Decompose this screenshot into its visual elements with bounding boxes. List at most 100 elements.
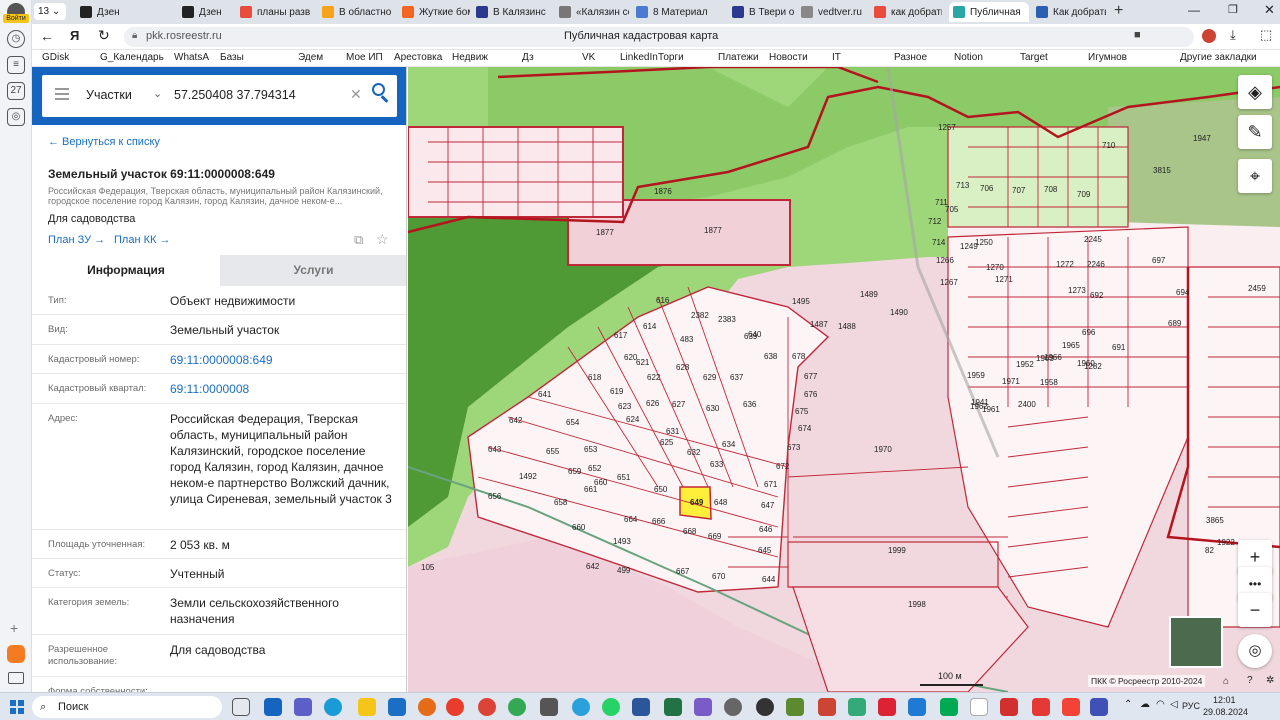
- info-row-value[interactable]: 69:11:0000008:649: [170, 352, 395, 368]
- app5-icon[interactable]: [970, 698, 988, 716]
- extension-icon[interactable]: [1202, 29, 1216, 43]
- bookmark-item[interactable]: Мое ИП: [346, 52, 383, 63]
- layers-button[interactable]: ◈: [1238, 75, 1272, 109]
- plan-zu-link[interactable]: План ЗУ →: [48, 234, 105, 246]
- bookmark-item[interactable]: Разное: [894, 52, 927, 63]
- collections-icon[interactable]: ≡: [7, 56, 25, 74]
- bookmark-item[interactable]: Торги: [658, 52, 684, 63]
- bookmark-item[interactable]: Эдем: [298, 52, 323, 63]
- windows-start-icon[interactable]: [10, 700, 24, 714]
- locate-button[interactable]: ⌖: [1238, 159, 1272, 193]
- chrome-icon[interactable]: [478, 698, 496, 716]
- back-icon[interactable]: ←: [40, 28, 54, 44]
- new-tab-button[interactable]: +: [1114, 2, 1123, 20]
- tab-10[interactable]: как добрать: [870, 2, 942, 22]
- add-panel-icon[interactable]: +: [10, 620, 18, 636]
- mail-icon[interactable]: [388, 698, 406, 716]
- bookmark-icon[interactable]: ■: [1134, 29, 1141, 41]
- bookmark-item[interactable]: Игумнов: [1088, 52, 1127, 63]
- window-minimize-button[interactable]: —: [1188, 3, 1200, 17]
- search-type-select[interactable]: Участки: [86, 88, 132, 102]
- search-icon[interactable]: [372, 83, 385, 96]
- history-icon[interactable]: ◷: [7, 30, 25, 48]
- zoom-out-button[interactable]: −: [1238, 593, 1272, 627]
- clear-icon[interactable]: ✕: [350, 86, 362, 103]
- assistant-icon[interactable]: [7, 645, 25, 663]
- bookmark-item[interactable]: GDisk: [42, 52, 69, 63]
- tab-3[interactable]: В областно: [318, 2, 396, 22]
- pdf-icon[interactable]: [1000, 698, 1018, 716]
- media-icon[interactable]: [756, 698, 774, 716]
- volume-icon[interactable]: ◁: [1170, 699, 1178, 710]
- map-canvas[interactable]: 1257 1876 1877 1877 1495 1489 1490 1487 1488 616 2…: [408, 67, 1280, 692]
- youtube-icon[interactable]: [1032, 698, 1050, 716]
- outlook-icon[interactable]: [264, 698, 282, 716]
- menu-icon[interactable]: [55, 88, 69, 100]
- tab-12[interactable]: Как добрать: [1032, 2, 1106, 22]
- satellite-thumbnail[interactable]: [1169, 616, 1223, 668]
- tab-2[interactable]: планы разв: [236, 2, 316, 22]
- find-icon[interactable]: ⧉: [354, 232, 363, 248]
- bookmark-item[interactable]: LinkedIn: [620, 52, 658, 63]
- tab-8[interactable]: В Твери ода: [728, 2, 794, 22]
- cadastral-map[interactable]: 1257 1876 1877 1877 1495 1489 1490 1487 1488 616 2…: [408, 67, 1280, 692]
- tab-information[interactable]: Информация: [32, 255, 220, 286]
- app2-icon[interactable]: [848, 698, 866, 716]
- yandex-browser-icon[interactable]: [446, 698, 464, 716]
- tab-6[interactable]: «Калязин се: [555, 2, 629, 22]
- profile-label[interactable]: Войти: [3, 14, 29, 23]
- photos-icon[interactable]: [694, 698, 712, 716]
- calendar-icon[interactable]: 27: [7, 82, 25, 100]
- tab-9[interactable]: vedtver.ru: [797, 2, 867, 22]
- app-icon[interactable]: [818, 698, 836, 716]
- compass-button[interactable]: ◎: [1238, 634, 1272, 668]
- search-input[interactable]: 57.250408 37.794314: [174, 88, 296, 102]
- tab-11[interactable]: Публичная: [949, 2, 1029, 22]
- tab-4[interactable]: Жуткие бом: [398, 2, 470, 22]
- calculator-icon[interactable]: [540, 698, 558, 716]
- explorer-icon[interactable]: [358, 698, 376, 716]
- chrome-alt-icon[interactable]: [508, 698, 526, 716]
- parcel-block-northwest[interactable]: [408, 126, 624, 218]
- word-icon[interactable]: [632, 698, 650, 716]
- firefox-icon[interactable]: [418, 698, 436, 716]
- bookmark-item[interactable]: Недвиж: [452, 52, 488, 63]
- app3-icon[interactable]: [878, 698, 896, 716]
- bookmark-item[interactable]: Target: [1020, 52, 1048, 63]
- bookmark-item[interactable]: Арестовка: [394, 52, 442, 63]
- excel-icon[interactable]: [664, 698, 682, 716]
- minecraft-icon[interactable]: [786, 698, 804, 716]
- other-bookmarks[interactable]: Другие закладки: [1180, 52, 1257, 63]
- share-icon[interactable]: ⬚: [1260, 27, 1272, 43]
- tools-icon[interactable]: ✲: [1266, 675, 1274, 686]
- vscode-icon[interactable]: [908, 698, 926, 716]
- taskbar-search[interactable]: ⌕ Поиск: [32, 696, 222, 718]
- task-view-icon[interactable]: [232, 698, 250, 716]
- yandex-icon[interactable]: Я: [70, 28, 79, 43]
- back-to-list-link[interactable]: ← Вернуться к списку: [48, 136, 160, 148]
- language-indicator[interactable]: РУС: [1182, 701, 1200, 711]
- sidebar-toggle-icon[interactable]: [8, 672, 24, 684]
- fullscreen-icon[interactable]: ⌂: [1223, 676, 1229, 687]
- star-icon[interactable]: ☆: [376, 231, 389, 248]
- camera-icon[interactable]: ◎: [7, 108, 25, 126]
- address-bar[interactable]: 🔒︎ pkk.rosreestr.ru Публичная кадастрова…: [124, 27, 1194, 47]
- tab-1[interactable]: Дзен: [178, 2, 233, 22]
- whatsapp-icon[interactable]: [602, 698, 620, 716]
- tray-chevron-icon[interactable]: ⌃: [1124, 699, 1132, 710]
- teams-icon[interactable]: [294, 698, 312, 716]
- bookmark-item[interactable]: G_Календарь: [100, 52, 164, 63]
- cloud-icon[interactable]: ☁: [1140, 699, 1150, 710]
- app6-icon[interactable]: [1062, 698, 1080, 716]
- edge-icon[interactable]: [324, 698, 342, 716]
- tab-services[interactable]: Услуги: [220, 255, 406, 286]
- measure-button[interactable]: ✎: [1238, 115, 1272, 149]
- info-row-value[interactable]: 69:11:0000008: [170, 381, 395, 397]
- app7-icon[interactable]: [1090, 698, 1108, 716]
- telegram-icon[interactable]: [572, 698, 590, 716]
- bookmark-item[interactable]: Дз: [522, 52, 534, 63]
- download-icon[interactable]: ⤓: [1230, 27, 1236, 43]
- bookmark-item[interactable]: Новости: [769, 52, 808, 63]
- chevron-down-icon[interactable]: ⌄: [153, 87, 162, 100]
- tab-5[interactable]: В Калязинс: [472, 2, 552, 22]
